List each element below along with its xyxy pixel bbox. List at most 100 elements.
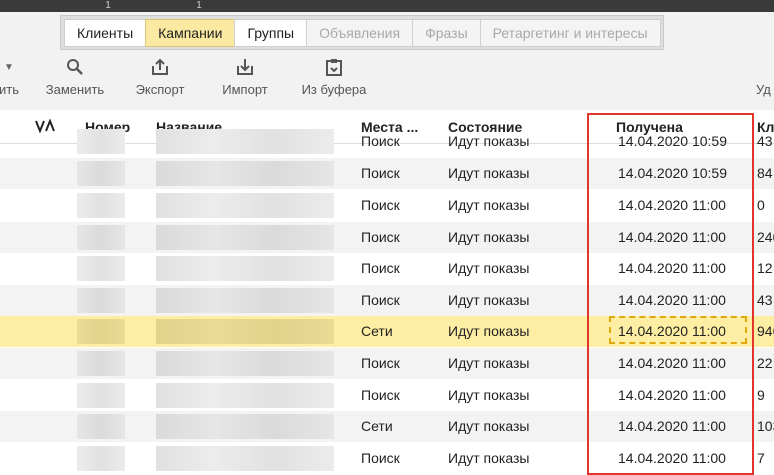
- tab-count-badge: 1: [101, 0, 115, 11]
- tab-retargeting[interactable]: Ретаргетинг и интересы: [479, 18, 661, 47]
- name-cell-redacted: [156, 193, 334, 218]
- clipboard-icon: [326, 59, 342, 76]
- state-cell: Идут показы: [448, 323, 530, 339]
- places-cell: Сети: [361, 323, 393, 339]
- clicks-cell: 43: [757, 133, 773, 149]
- state-cell: Идут показы: [448, 450, 530, 466]
- name-cell-redacted: [156, 161, 334, 186]
- partial-left-button[interactable]: ▼ ить: [0, 56, 22, 98]
- places-cell: Поиск: [361, 165, 400, 181]
- table-row[interactable]: Поиск Идут показы 14.04.2020 11:00: [0, 190, 774, 221]
- received-cell: 14.04.2020 11:00: [618, 355, 726, 371]
- table-row[interactable]: Поиск Идут показы 14.04.2020 11:00: [0, 222, 774, 253]
- partial-left-label: ить: [0, 82, 19, 97]
- number-cell-redacted: [77, 383, 125, 408]
- received-cell: 14.04.2020 11:00: [618, 197, 726, 213]
- search-icon: [67, 59, 83, 75]
- name-cell-redacted: [156, 414, 334, 439]
- export-icon: [152, 58, 168, 75]
- received-cell: 14.04.2020 10:59: [618, 133, 727, 149]
- number-cell-redacted: [77, 129, 125, 154]
- clicks-cell: 12: [757, 260, 773, 276]
- table-row[interactable]: Поиск Идут показы 14.04.2020 11:00: [0, 348, 774, 379]
- from-buffer-button[interactable]: Из буфера: [296, 56, 372, 97]
- clicks-cell: 240: [757, 229, 774, 245]
- places-cell: Поиск: [361, 292, 400, 308]
- clicks-cell: 43: [757, 292, 773, 308]
- number-cell-redacted: [77, 225, 125, 250]
- tab-phrases[interactable]: Фразы: [412, 18, 481, 47]
- name-cell-redacted: [156, 225, 334, 250]
- table-row[interactable]: Поиск Идут показы 14.04.2020 11:00: [0, 380, 774, 411]
- number-cell-redacted: [77, 446, 125, 471]
- places-cell: Поиск: [361, 387, 400, 403]
- state-cell: Идут показы: [448, 165, 530, 181]
- received-cell: 14.04.2020 11:00: [618, 387, 726, 403]
- name-cell-redacted: [156, 129, 334, 154]
- export-button[interactable]: Экспорт: [130, 56, 190, 97]
- places-cell: Поиск: [361, 197, 400, 213]
- state-cell: Идут показы: [448, 387, 530, 403]
- places-cell: Поиск: [361, 450, 400, 466]
- top-toolbar-area: 1 1 Клиенты Кампании Группы Объявления Ф…: [0, 0, 774, 110]
- top-strip: [0, 0, 774, 12]
- table-row[interactable]: Поиск Идут показы 14.04.2020 10:59: [0, 158, 774, 189]
- entity-tabs: Клиенты Кампании Группы Объявления Фразы…: [60, 15, 664, 50]
- places-cell: Поиск: [361, 229, 400, 245]
- state-cell: Идут показы: [448, 355, 530, 371]
- name-cell-redacted: [156, 288, 334, 313]
- name-cell-redacted: [156, 351, 334, 376]
- import-label: Импорт: [222, 82, 268, 97]
- number-cell-redacted: [77, 161, 125, 186]
- number-cell-redacted: [77, 193, 125, 218]
- name-cell-redacted: [156, 319, 334, 344]
- state-cell: Идут показы: [448, 229, 530, 245]
- clicks-cell: 84: [757, 165, 773, 181]
- tab-ads[interactable]: Объявления: [306, 18, 414, 47]
- table-row[interactable]: Сети Идут показы 14.04.2020 11:00: [0, 411, 774, 442]
- partial-right-label: Уд: [756, 82, 771, 97]
- received-cell: 14.04.2020 11:00: [618, 260, 726, 276]
- number-cell-redacted: [77, 351, 125, 376]
- action-toolbar: ▼ ить Заменить Экспорт Импорт Из буфера …: [0, 56, 774, 104]
- places-cell: Поиск: [361, 260, 400, 276]
- clicks-cell: 9: [757, 387, 765, 403]
- tab-clients[interactable]: Клиенты: [64, 18, 147, 47]
- received-cell: 14.04.2020 11:00: [618, 229, 726, 245]
- clicks-cell: 22: [757, 355, 773, 371]
- name-cell-redacted: [156, 446, 334, 471]
- received-cell: 14.04.2020 10:59: [618, 165, 727, 181]
- clicks-cell: 7: [757, 450, 765, 466]
- places-cell: Поиск: [361, 133, 400, 149]
- selected-cell-focus: [609, 316, 747, 344]
- received-cell: 14.04.2020 11:00: [618, 292, 726, 308]
- number-cell-redacted: [77, 319, 125, 344]
- number-cell-redacted: [77, 414, 125, 439]
- number-cell-redacted: [77, 256, 125, 281]
- state-cell: Идут показы: [448, 133, 530, 149]
- name-cell-redacted: [156, 256, 334, 281]
- partial-right-button[interactable]: Уд: [756, 56, 774, 97]
- replace-button[interactable]: Заменить: [42, 56, 108, 97]
- clicks-column-clip: Кл 4384024012439462291037: [756, 110, 774, 472]
- state-cell: Идут показы: [448, 260, 530, 276]
- import-button[interactable]: Импорт: [216, 56, 274, 97]
- replace-label: Заменить: [45, 82, 105, 97]
- number-cell-redacted: [77, 288, 125, 313]
- dropdown-caret-icon: ▼: [4, 61, 14, 73]
- places-cell: Поиск: [361, 355, 400, 371]
- table-row[interactable]: Поиск Идут показы 14.04.2020 11:00: [0, 285, 774, 316]
- state-cell: Идут показы: [448, 292, 530, 308]
- table-row[interactable]: Поиск Идут показы 14.04.2020 11:00: [0, 253, 774, 284]
- tab-groups[interactable]: Группы: [234, 18, 308, 47]
- state-cell: Идут показы: [448, 197, 530, 213]
- table-row[interactable]: Поиск Идут показы 14.04.2020 10:59: [0, 126, 774, 157]
- tab-count-badge: 1: [192, 0, 206, 11]
- state-cell: Идут показы: [448, 418, 530, 434]
- import-icon: [237, 59, 253, 75]
- from-buffer-label: Из буфера: [301, 82, 367, 97]
- table-row[interactable]: Поиск Идут показы 14.04.2020 11:00: [0, 443, 774, 474]
- tab-campaigns[interactable]: Кампании: [145, 18, 236, 47]
- received-cell: 14.04.2020 11:00: [618, 418, 726, 434]
- name-cell-redacted: [156, 383, 334, 408]
